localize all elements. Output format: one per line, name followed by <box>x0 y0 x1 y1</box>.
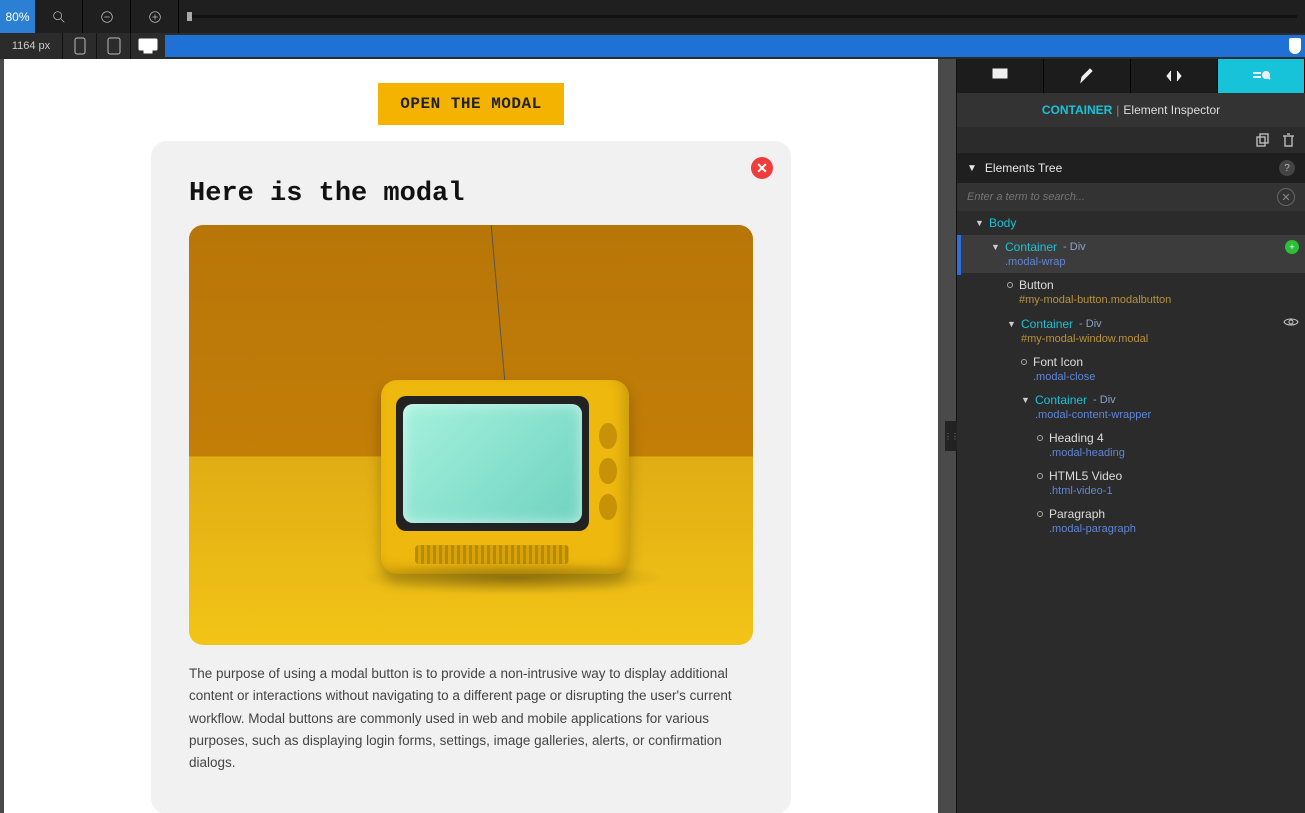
zoom-reset-icon[interactable] <box>35 0 83 33</box>
inspector-title: Element Inspector <box>1123 103 1220 117</box>
elements-tree: ▼Body ▼Container - Div+ .modal-wrap Butt… <box>957 211 1305 813</box>
tab-brush-icon[interactable] <box>1044 59 1131 93</box>
device-desktop-icon[interactable] <box>130 33 164 59</box>
tree-node-button[interactable]: Button #my-modal-button.modalbutton <box>957 273 1305 311</box>
modal-window[interactable]: ✕ Here is the modal <box>151 141 791 813</box>
tree-search-row: ✕ <box>957 183 1305 211</box>
modal-paragraph: The purpose of using a modal button is t… <box>189 663 753 774</box>
tree-node-font-icon[interactable]: Font Icon .modal-close <box>957 350 1305 388</box>
tree-node-container-modal-wrap[interactable]: ▼Container - Div+ .modal-wrap <box>957 235 1305 273</box>
visibility-icon[interactable] <box>1283 316 1299 331</box>
panel-drag-handle-icon[interactable]: ⋮⋮ <box>945 421 957 451</box>
tree-node-paragraph[interactable]: Paragraph .modal-paragraph <box>957 502 1305 540</box>
status-badge-icon: + <box>1285 240 1299 254</box>
tree-node-body[interactable]: ▼Body <box>957 211 1305 235</box>
zoom-toolbar: 80% <box>0 0 1305 33</box>
tree-node-heading4[interactable]: Heading 4 .modal-heading <box>957 426 1305 464</box>
clear-search-icon[interactable]: ✕ <box>1277 188 1295 206</box>
chevron-down-icon: ▼ <box>967 163 977 174</box>
elements-tree-header[interactable]: ▼ Elements Tree ? <box>957 153 1305 183</box>
elements-tree-title: Elements Tree <box>985 161 1062 175</box>
modal-video[interactable] <box>189 225 753 645</box>
breakpoint-ruler[interactable] <box>165 35 1305 57</box>
width-toolbar: 1164 px <box>0 33 1305 59</box>
selected-element-type: CONTAINER <box>1042 103 1112 117</box>
page-canvas[interactable]: OPEN THE MODAL ✕ Here is the modal <box>4 59 938 813</box>
tree-node-container-content-wrapper[interactable]: ▼Container - Div .modal-content-wrapper <box>957 388 1305 426</box>
device-tablet-icon[interactable] <box>96 33 130 59</box>
device-phone-icon[interactable] <box>62 33 96 59</box>
tab-grid-icon[interactable] <box>957 59 1044 93</box>
modal-heading: Here is the modal <box>189 179 753 209</box>
canvas-width-label: 1164 px <box>0 40 62 52</box>
open-modal-button[interactable]: OPEN THE MODAL <box>378 83 563 125</box>
inspector-header: CONTAINER | Element Inspector <box>957 93 1305 127</box>
tab-inspector-icon[interactable] <box>1218 59 1305 93</box>
tree-node-html5-video[interactable]: HTML5 Video .html-video-1 <box>957 464 1305 502</box>
help-icon[interactable]: ? <box>1279 160 1295 176</box>
tab-code-icon[interactable] <box>1131 59 1218 93</box>
close-icon[interactable]: ✕ <box>751 157 773 179</box>
trash-icon[interactable] <box>1282 133 1295 147</box>
canvas-viewport: OPEN THE MODAL ✕ Here is the modal <box>0 59 956 813</box>
tree-search-input[interactable] <box>967 191 1277 203</box>
breakpoint-marker-icon[interactable] <box>1289 38 1301 54</box>
tree-node-container-modal[interactable]: ▼Container - Div #my-modal-window.modal <box>957 311 1305 350</box>
zoom-slider[interactable] <box>179 0 1305 33</box>
inspector-tabs <box>957 59 1305 93</box>
zoom-in-icon[interactable] <box>131 0 179 33</box>
duplicate-icon[interactable] <box>1256 133 1270 147</box>
zoom-out-icon[interactable] <box>83 0 131 33</box>
zoom-level-badge[interactable]: 80% <box>0 0 35 33</box>
inspector-actions <box>957 127 1305 153</box>
inspector-panel: ⋮⋮ CONTAINER | Element Inspector <box>956 59 1305 813</box>
